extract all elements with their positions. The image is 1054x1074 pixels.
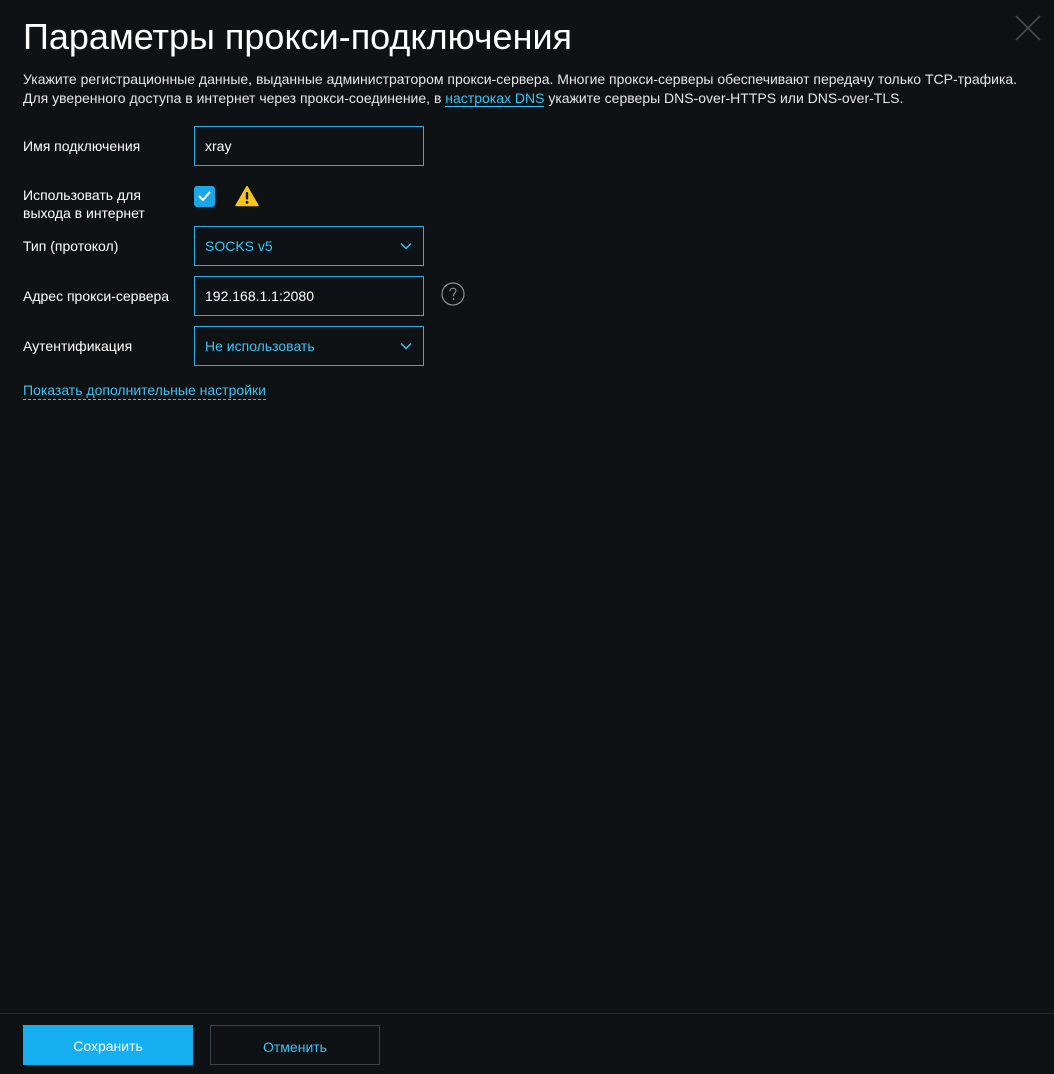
show-more-settings-link[interactable]: Показать дополнительные настройки xyxy=(23,381,266,400)
use-for-internet-label-line1: Использовать для xyxy=(23,187,141,203)
dns-settings-link[interactable]: настроках DNS xyxy=(445,90,545,107)
authentication-label: Аутентификация xyxy=(23,338,133,354)
use-for-internet-label: Использовать для выхода в интернет xyxy=(23,186,145,222)
authentication-select-value: Не использовать xyxy=(205,338,315,354)
use-for-internet-checkbox[interactable] xyxy=(194,186,215,207)
chevron-down-icon xyxy=(400,242,412,250)
description-text-end: укажите серверы DNS-over-HTTPS или DNS-o… xyxy=(544,90,904,106)
proxy-settings-dialog: Параметры прокси-подключения Укажите рег… xyxy=(0,0,1054,1074)
chevron-down-icon xyxy=(400,342,412,350)
authentication-select[interactable]: Не использовать xyxy=(194,326,424,366)
checkmark-icon xyxy=(198,191,211,201)
dialog-title: Параметры прокси-подключения xyxy=(23,16,573,57)
dialog-description: Укажите регистрационные данные, выданные… xyxy=(23,70,1023,108)
save-button[interactable]: Сохранить xyxy=(23,1025,193,1065)
protocol-label: Тип (протокол) xyxy=(23,238,119,254)
cancel-button[interactable]: Отменить xyxy=(210,1025,380,1065)
close-icon[interactable] xyxy=(1014,14,1042,42)
protocol-select-value: SOCKS v5 xyxy=(205,238,273,254)
use-for-internet-label-line2: выхода в интернет xyxy=(23,205,145,221)
connection-name-field[interactable] xyxy=(194,126,424,166)
proxy-address-input[interactable] xyxy=(195,277,423,315)
warning-icon[interactable] xyxy=(235,185,259,207)
protocol-select[interactable]: SOCKS v5 xyxy=(194,226,424,266)
dialog-footer: Сохранить Отменить xyxy=(0,1013,1054,1074)
connection-name-input[interactable] xyxy=(195,127,423,165)
help-icon[interactable] xyxy=(441,282,465,306)
proxy-address-label: Адрес прокси-сервера xyxy=(23,288,170,304)
connection-name-label: Имя подключения xyxy=(23,138,141,154)
proxy-address-field[interactable] xyxy=(194,276,424,316)
